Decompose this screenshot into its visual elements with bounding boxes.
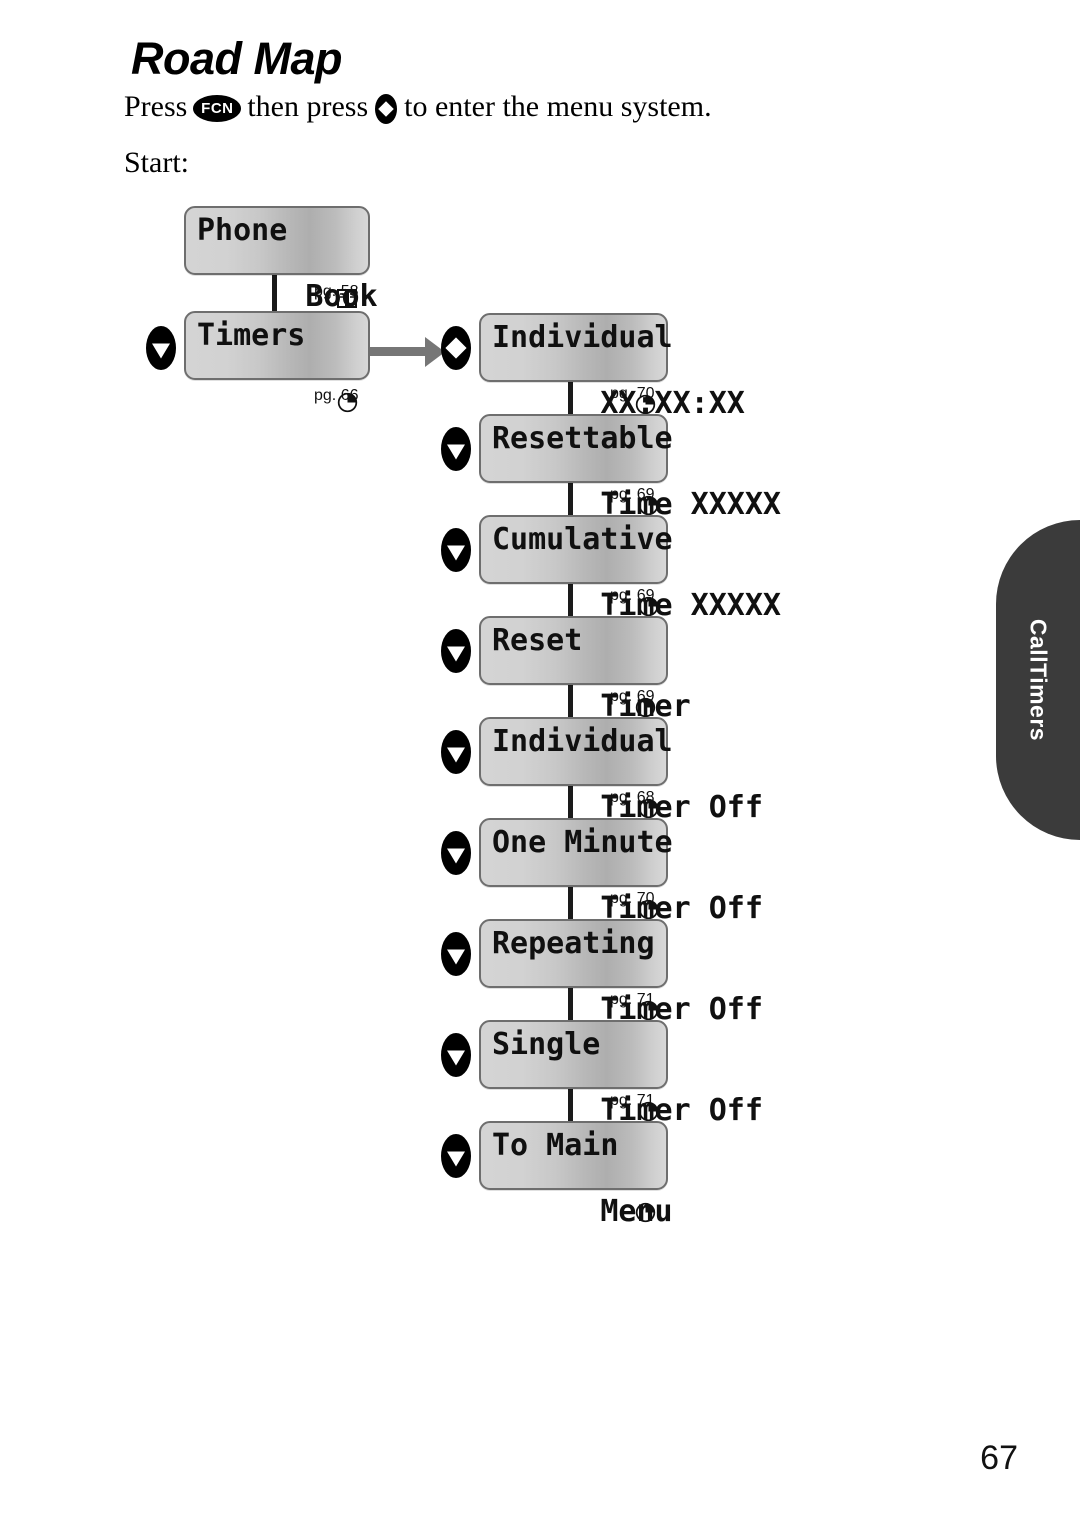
nav-key-down-resettable[interactable] [441,427,471,471]
page-ref-single-timer-off: pg. 71 [610,1092,655,1109]
lcd-to-main-menu[interactable]: To Main Menu [479,1121,673,1228]
page-ref-one-minute-timer-off: pg. 70 [610,890,655,907]
lcd-individual-timer-off[interactable]: Individual Timer Off [479,717,763,824]
nav-key-down-repeating-timer-off[interactable] [441,932,471,976]
lcd-line-2: Time XXXXX [492,556,781,622]
clock-icon [493,1061,661,1122]
lcd-resettable-time[interactable]: Resettable Time XXXXX [479,414,781,521]
lcd-line-2: Timer Off [492,960,763,1026]
book-icon [191,247,360,308]
clock-icon [493,859,661,920]
lcd-repeating-timer-off[interactable]: Repeating Timer Off [479,919,763,1026]
lcd-reset-timer[interactable]: Reset Timer [479,616,691,723]
lcd-line-2: Timer [490,657,690,723]
page-ref-timers: pg. 66 [314,387,359,404]
lcd-line-2: Time XXXXX [492,455,781,521]
lcd-line-2: Timer Off [492,758,763,824]
page-ref-repeating-timer-off: pg. 71 [610,991,655,1008]
lcd-individual[interactable]: Individual XX:XX:XX [479,313,745,420]
lcd-line-1: Timers [197,318,306,353]
lcd-line-1: Cumulative [492,522,673,557]
lcd-line-2: XX:XX:XX [490,354,745,420]
nav-key-diamond-individual[interactable] [441,326,471,370]
lcd-timers[interactable]: Timers [184,311,370,413]
nav-key-down-one-minute-timer-off[interactable] [441,831,471,875]
page-number: 67 [980,1439,1018,1477]
nav-key-down-to-main-menu[interactable] [441,1134,471,1178]
clock-icon [493,455,661,516]
lcd-cumulative-time[interactable]: Cumulative Time XXXXX [479,515,781,622]
nav-key-down-single-timer-off[interactable] [441,1033,471,1077]
lcd-one-minute-timer-off[interactable]: One Minute Timer Off [479,818,763,925]
side-tab-label: CallTimers [1025,618,1052,742]
lcd-line-1: One Minute [492,825,673,860]
lcd-line-2: Book [197,247,377,313]
connector-timers-to-individual-shaft [367,347,432,356]
lcd-line-1: Reset [492,623,583,658]
nav-key-down-timers[interactable] [146,326,176,370]
lcd-line-2: Timer Off [492,1061,763,1127]
page-ref-cumulative: pg. 69 [610,587,655,604]
side-tab-call-timers: CallTimers [996,520,1080,840]
road-map-diagram: Phone Book pg. 58 Timers pg. 66 Individu… [0,0,1080,1524]
lcd-line-2 [197,352,359,413]
lcd-phone-book[interactable]: Phone Book [184,206,378,313]
lcd-line-2: Timer Off [492,859,763,925]
clock-icon [490,354,658,415]
page-ref-phone-book: pg. 58 [314,283,359,300]
lcd-line-1: Individual [492,724,673,759]
page-ref-resettable: pg. 69 [610,486,655,503]
lcd-line-1: Single [492,1027,601,1062]
nav-key-down-individual-timer-off[interactable] [441,730,471,774]
clock-icon [493,758,661,819]
clock-icon [493,960,661,1021]
page-ref-reset-timer: pg. 69 [610,688,655,705]
nav-key-down-reset-timer[interactable] [441,629,471,673]
lcd-line-1: Phone [197,213,288,248]
clock-icon [192,352,360,413]
clock-icon [490,1162,658,1223]
clock-icon [493,556,661,617]
page-ref-individual-timer-off: pg. 68 [610,789,655,806]
page-ref-individual: pg. 70 [610,385,655,402]
lcd-line-1: Repeating [492,926,655,961]
nav-key-down-cumulative[interactable] [441,528,471,572]
lcd-line-1: Resettable [492,421,673,456]
lcd-line-1: Individual [492,320,673,355]
clock-icon [490,657,658,718]
lcd-line-1: To Main [492,1128,619,1163]
lcd-line-2: Menu [490,1162,672,1228]
lcd-single-timer-off[interactable]: Single Timer Off [479,1020,763,1127]
